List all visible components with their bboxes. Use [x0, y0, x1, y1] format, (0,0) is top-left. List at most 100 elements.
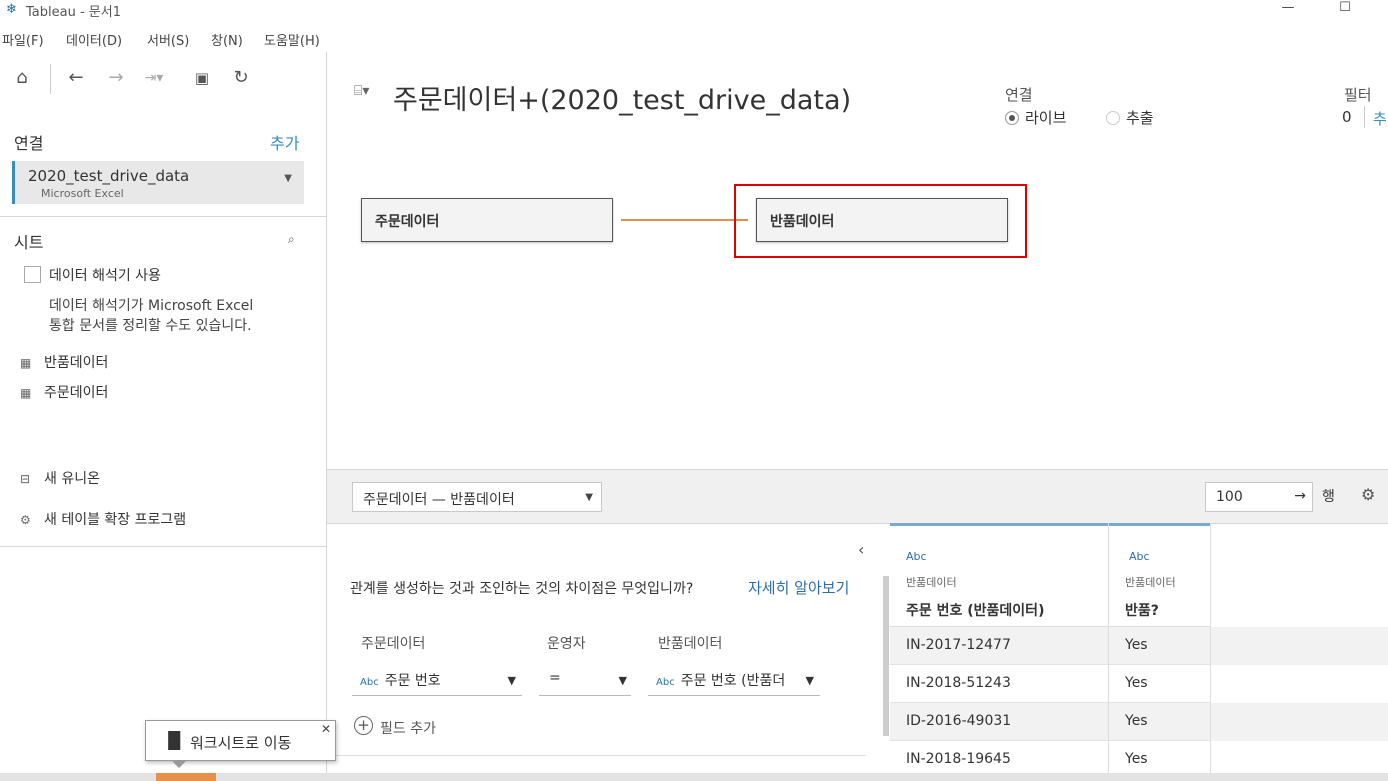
- go-to-worksheet-tooltip[interactable]: ▐▌ 워크시트로 이동 ✕: [145, 720, 336, 761]
- close-icon[interactable]: ✕: [321, 722, 331, 736]
- interpreter-checkbox[interactable]: [24, 266, 41, 283]
- interpreter-description: 데이터 해석기가 Microsoft Excel: [49, 298, 254, 314]
- window-title: Tableau - 문서1: [26, 5, 121, 20]
- canvas-table-returns[interactable]: 반품데이터: [756, 198, 1008, 242]
- grid-filler-row: [1211, 627, 1388, 665]
- column-header[interactable]: Abc 반품데이터 반품?: [1109, 523, 1210, 627]
- column-name: 주문 번호 (반품데이터): [906, 603, 1045, 619]
- menu-file[interactable]: 파일(F): [2, 30, 44, 49]
- gear-icon[interactable]: ⚙: [1361, 485, 1375, 504]
- add-field-link[interactable]: 필드 추가: [380, 718, 436, 738]
- scrollbar[interactable]: [883, 576, 889, 736]
- chevron-down-icon[interactable]: ▼: [805, 674, 814, 687]
- new-union-label: 새 유니온: [44, 471, 100, 487]
- datasource-title[interactable]: 주문데이터+(2020_test_drive_data): [393, 78, 851, 117]
- rows-label: 행: [1322, 489, 1335, 505]
- database-icon[interactable]: ⌸▾: [354, 83, 369, 99]
- data-grid: Abc 반품데이터 주문 번호 (반품데이터) IN-2017-12477 IN…: [890, 523, 1388, 781]
- menu-server[interactable]: 서버(S): [147, 30, 189, 49]
- operator-value: =: [549, 670, 561, 686]
- live-option[interactable]: 라이브: [1005, 107, 1066, 128]
- filter-count: 0: [1342, 108, 1352, 126]
- menu-window[interactable]: 창(N): [211, 30, 243, 49]
- new-extension-item[interactable]: ⚙ 새 테이블 확장 프로그램: [20, 509, 186, 529]
- bar-chart-icon: ▐▌: [162, 731, 187, 750]
- connection-mode-label: 연결: [1005, 86, 1033, 104]
- refresh-icon[interactable]: ↻: [229, 66, 253, 90]
- sheet-item-returns[interactable]: ▦ 반품데이터: [20, 352, 108, 372]
- save-icon[interactable]: ▣: [190, 66, 214, 90]
- right-field-dropdown[interactable]: Abc 주문 번호 (반품더 ▼: [648, 666, 820, 696]
- table-icon: ▦: [20, 356, 32, 370]
- sheets-title: 시트: [14, 233, 44, 252]
- chevron-down-icon[interactable]: ▼: [508, 674, 516, 687]
- tab-data-source[interactable]: [156, 773, 216, 781]
- sheet-item-label: 주문데이터: [44, 385, 109, 401]
- chevron-down-icon[interactable]: ▼: [619, 674, 627, 687]
- learn-more-link[interactable]: 자세히 알아보기: [748, 577, 849, 598]
- menu-data[interactable]: 데이터(D): [66, 30, 122, 49]
- column-header[interactable]: Abc 반품데이터 주문 번호 (반품데이터): [890, 523, 1108, 627]
- relationship-noodle[interactable]: [621, 219, 748, 221]
- tooltip-text: 워크시트로 이동: [190, 734, 292, 752]
- connection-item[interactable]: 2020_test_drive_data Microsoft Excel ▼: [12, 161, 304, 204]
- search-icon[interactable]: ⌕: [288, 232, 295, 247]
- grid-cell: Yes: [1109, 703, 1210, 741]
- operator-column-label: 운영자: [547, 636, 586, 652]
- rows-input[interactable]: 100 →: [1205, 482, 1313, 512]
- extract-option[interactable]: 추출: [1106, 107, 1154, 128]
- grid-cell: IN-2017-12477: [890, 627, 1108, 665]
- radio-icon[interactable]: [1106, 111, 1120, 125]
- forward-icon[interactable]: →: [104, 66, 128, 90]
- column-source: 반품데이터: [1125, 576, 1176, 589]
- home-icon[interactable]: ⌂: [10, 66, 34, 90]
- arrow-right-icon[interactable]: →: [1294, 488, 1306, 504]
- minimize-icon[interactable]: —: [1268, 0, 1308, 22]
- column-source: 반품데이터: [906, 576, 957, 589]
- add-connection-link[interactable]: 추가: [270, 130, 299, 154]
- back-icon[interactable]: ←: [64, 66, 88, 90]
- new-union-item[interactable]: ⊟ 새 유니온: [20, 468, 100, 488]
- filter-divider: [1364, 106, 1365, 128]
- left-pane: ⌂ ← → ⇥▾ ▣ ↻ 연결 추가 2020_test_drive_data …: [0, 52, 327, 781]
- left-field-dropdown[interactable]: Abc 주문 번호 ▼: [352, 666, 522, 696]
- grid-column: Abc 반품데이터 주문 번호 (반품데이터) IN-2017-12477 IN…: [890, 523, 1109, 781]
- chevron-down-icon[interactable]: ▼: [284, 173, 292, 184]
- string-type-icon[interactable]: Abc: [906, 550, 927, 563]
- right-field-value: 주문 번호 (반품더: [680, 673, 786, 689]
- radio-icon[interactable]: [1005, 111, 1019, 125]
- maximize-icon[interactable]: ☐: [1325, 0, 1365, 22]
- canvas-table-orders[interactable]: 주문데이터: [361, 198, 613, 242]
- grid-cell: Yes: [1109, 665, 1210, 703]
- connections-title: 연결: [14, 134, 44, 153]
- new-extension-label: 새 테이블 확장 프로그램: [44, 512, 187, 528]
- union-icon: ⊟: [20, 472, 31, 486]
- string-type-icon: Abc: [360, 677, 379, 688]
- string-type-icon[interactable]: Abc: [1129, 550, 1150, 563]
- filter-label: 필터: [1344, 86, 1372, 104]
- string-type-icon: Abc: [656, 677, 675, 688]
- tooltip-pointer: [171, 760, 187, 768]
- add-icon[interactable]: +: [354, 716, 373, 735]
- left-table-column-label: 주문데이터: [361, 636, 426, 652]
- table-icon: ▦: [20, 386, 32, 400]
- sheet-item-label: 반품데이터: [44, 355, 109, 371]
- redo-icon[interactable]: ⇥▾: [142, 66, 166, 90]
- divider: [0, 546, 326, 547]
- relationship-toolbar: 주문데이터 — 반품데이터 ▼ 100 → 행 ⚙: [327, 469, 1388, 524]
- grid-column: Abc 반품데이터 반품? Yes Yes Yes Yes: [1109, 523, 1211, 781]
- extension-icon: ⚙: [20, 513, 31, 527]
- collapse-icon[interactable]: ‹: [858, 540, 864, 559]
- table-name: 주문데이터: [375, 214, 440, 230]
- menu-help[interactable]: 도움말(H): [264, 30, 320, 49]
- title-bar: ❄ Tableau - 문서1 — ☐: [0, 0, 1388, 22]
- sheet-item-orders[interactable]: ▦ 주문데이터: [20, 382, 108, 402]
- table-name: 반품데이터: [770, 214, 835, 230]
- connection-name: 2020_test_drive_data: [28, 167, 190, 185]
- operator-dropdown[interactable]: = ▼: [539, 666, 631, 696]
- chevron-down-icon[interactable]: ▼: [585, 492, 593, 503]
- grid-cell: Yes: [1109, 627, 1210, 665]
- divider: [0, 216, 326, 217]
- relationship-selector[interactable]: 주문데이터 — 반품데이터 ▼: [352, 482, 602, 512]
- add-filter-link[interactable]: 추: [1373, 108, 1387, 129]
